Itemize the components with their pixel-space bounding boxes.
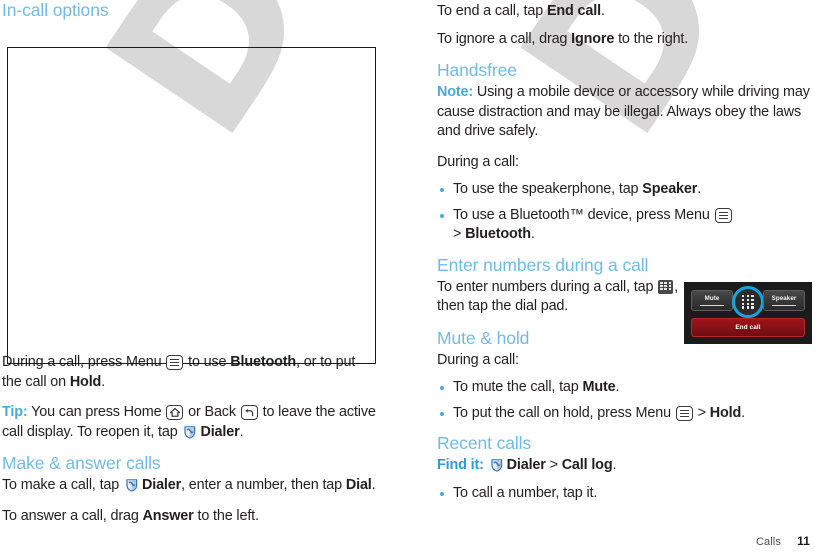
call-screen-inset: Mute Speaker End call	[684, 282, 812, 344]
term-ignore: Ignore	[571, 30, 615, 47]
paragraph-tip: Tip: You can press Home or Back to leave…	[2, 403, 377, 442]
term-answer: Answer	[142, 507, 194, 524]
text-fragment: To use the speakerphone, tap	[453, 181, 643, 197]
text-fragment: .	[615, 379, 620, 395]
bullet-list-mute-hold: To mute the call, tap Mute. To put the c…	[437, 378, 812, 423]
right-column: To end a call, tap End call. To ignore a…	[437, 0, 812, 513]
list-item: To use the speakerphone, tap Speaker.	[437, 180, 812, 200]
bullet-list-handsfree: To use the speakerphone, tap Speaker. To…	[437, 180, 812, 245]
text-fragment: To put the call on hold, press Menu	[453, 404, 675, 421]
text-fragment: To use a Bluetooth™ device, press Menu	[453, 206, 714, 223]
term-speaker: Speaker	[642, 181, 698, 197]
text-fragment: .	[239, 423, 244, 440]
footer-page-number: 11	[797, 534, 810, 548]
text-fragment: .	[600, 3, 605, 19]
text-fragment: >	[545, 457, 562, 473]
text-fragment: To ignore a call, drag	[437, 30, 572, 47]
heading-in-call-options: In-call options	[2, 0, 109, 20]
text-fragment: .	[101, 373, 106, 390]
dialpad-icon	[742, 295, 754, 309]
term-dial: Dial	[345, 477, 372, 493]
paragraph-make-call: To make a call, tap Dialer, enter a numb…	[2, 476, 377, 496]
text-fragment: , enter a number, then tap	[181, 477, 346, 493]
text-fragment: To mute the call, tap	[453, 379, 583, 395]
menu-icon	[166, 355, 184, 370]
text-fragment: Using a mobile device or accessory while…	[437, 84, 810, 139]
paragraph-answer-call: To answer a call, drag Answer to the lef…	[2, 507, 377, 527]
term-dialer: Dialer	[506, 457, 546, 473]
find-it-label: Find it:	[437, 457, 484, 473]
call-inset-button-row: Mute Speaker	[691, 286, 805, 318]
left-column: In-call options During a call, press Men…	[2, 0, 377, 537]
list-item: To put the call on hold, press Menu > Ho…	[437, 404, 812, 424]
dialpad-icon	[658, 279, 674, 294]
paragraph-during-call-2: During a call:	[437, 351, 519, 368]
term-bluetooth: Bluetooth	[465, 226, 531, 242]
heading-handsfree: Handsfree	[437, 60, 517, 80]
footer-section-label: Calls	[756, 536, 781, 548]
menu-icon	[714, 207, 732, 223]
term-hold: Hold	[709, 404, 742, 421]
dialer-icon	[489, 457, 505, 473]
text-fragment: .	[371, 477, 376, 493]
term-dialer: Dialer	[200, 423, 240, 440]
end-call-button[interactable]: End call	[691, 318, 805, 337]
speaker-button[interactable]: Speaker	[763, 290, 805, 311]
dialer-icon	[182, 424, 198, 440]
paragraph-end-call: To end a call, tap End call.	[437, 2, 812, 22]
term-hold: Hold	[69, 373, 102, 390]
page-footer: Calls 11	[756, 534, 810, 548]
text-fragment: or Back	[184, 404, 240, 420]
text-fragment: >	[453, 226, 466, 242]
paragraph-find-it: Find it: Dialer > Call log.	[437, 456, 812, 476]
list-item: To mute the call, tap Mute.	[437, 378, 812, 398]
text-fragment: To end a call, tap	[437, 3, 547, 19]
list-item: To use a Bluetooth™ device, press Menu >…	[437, 206, 812, 245]
dialer-icon	[124, 477, 140, 493]
text-fragment: .	[697, 181, 702, 197]
paragraph-enter-numbers: To enter numbers during a call, tap , th…	[437, 278, 687, 317]
text-fragment: To enter numbers during a call, tap	[437, 278, 658, 295]
heading-make-answer-calls: Make & answer calls	[2, 453, 161, 473]
text-fragment: You can press Home	[27, 404, 166, 420]
text-fragment: .	[530, 226, 535, 242]
text-fragment: >	[693, 404, 710, 421]
paragraph-during-call-1: During a call:	[437, 153, 519, 170]
text-fragment: to the right.	[614, 30, 689, 47]
text-fragment: To answer a call, drag	[2, 507, 143, 524]
text-fragment: To make a call, tap	[2, 477, 123, 493]
manual-page: In-call options During a call, press Men…	[0, 0, 815, 556]
tip-label: Tip:	[2, 404, 28, 420]
text-fragment: .	[741, 404, 745, 421]
back-icon	[240, 405, 258, 420]
paragraph-note: Note: Using a mobile device or accessory…	[437, 83, 812, 142]
heading-enter-numbers: Enter numbers during a call	[437, 254, 649, 275]
term-call-log: Call log	[561, 457, 613, 473]
term-end-call: End call	[546, 3, 601, 19]
term-mute: Mute	[582, 379, 616, 395]
home-icon	[166, 405, 184, 420]
in-call-screen-illustration	[7, 47, 376, 364]
heading-recent-calls: Recent calls	[437, 433, 532, 453]
paragraph-ignore-call: To ignore a call, drag Ignore to the rig…	[437, 30, 812, 50]
dialpad-button-highlighted[interactable]	[732, 286, 764, 318]
text-fragment: .	[612, 457, 617, 473]
note-label: Note:	[437, 84, 474, 100]
term-dialer: Dialer	[141, 477, 182, 493]
bullet-list-recent-calls: To call a number, tap it.	[437, 484, 812, 504]
list-item: To call a number, tap it.	[437, 484, 812, 504]
mute-button[interactable]: Mute	[691, 290, 733, 311]
text-fragment: to the left.	[193, 507, 259, 524]
menu-icon	[675, 405, 693, 421]
